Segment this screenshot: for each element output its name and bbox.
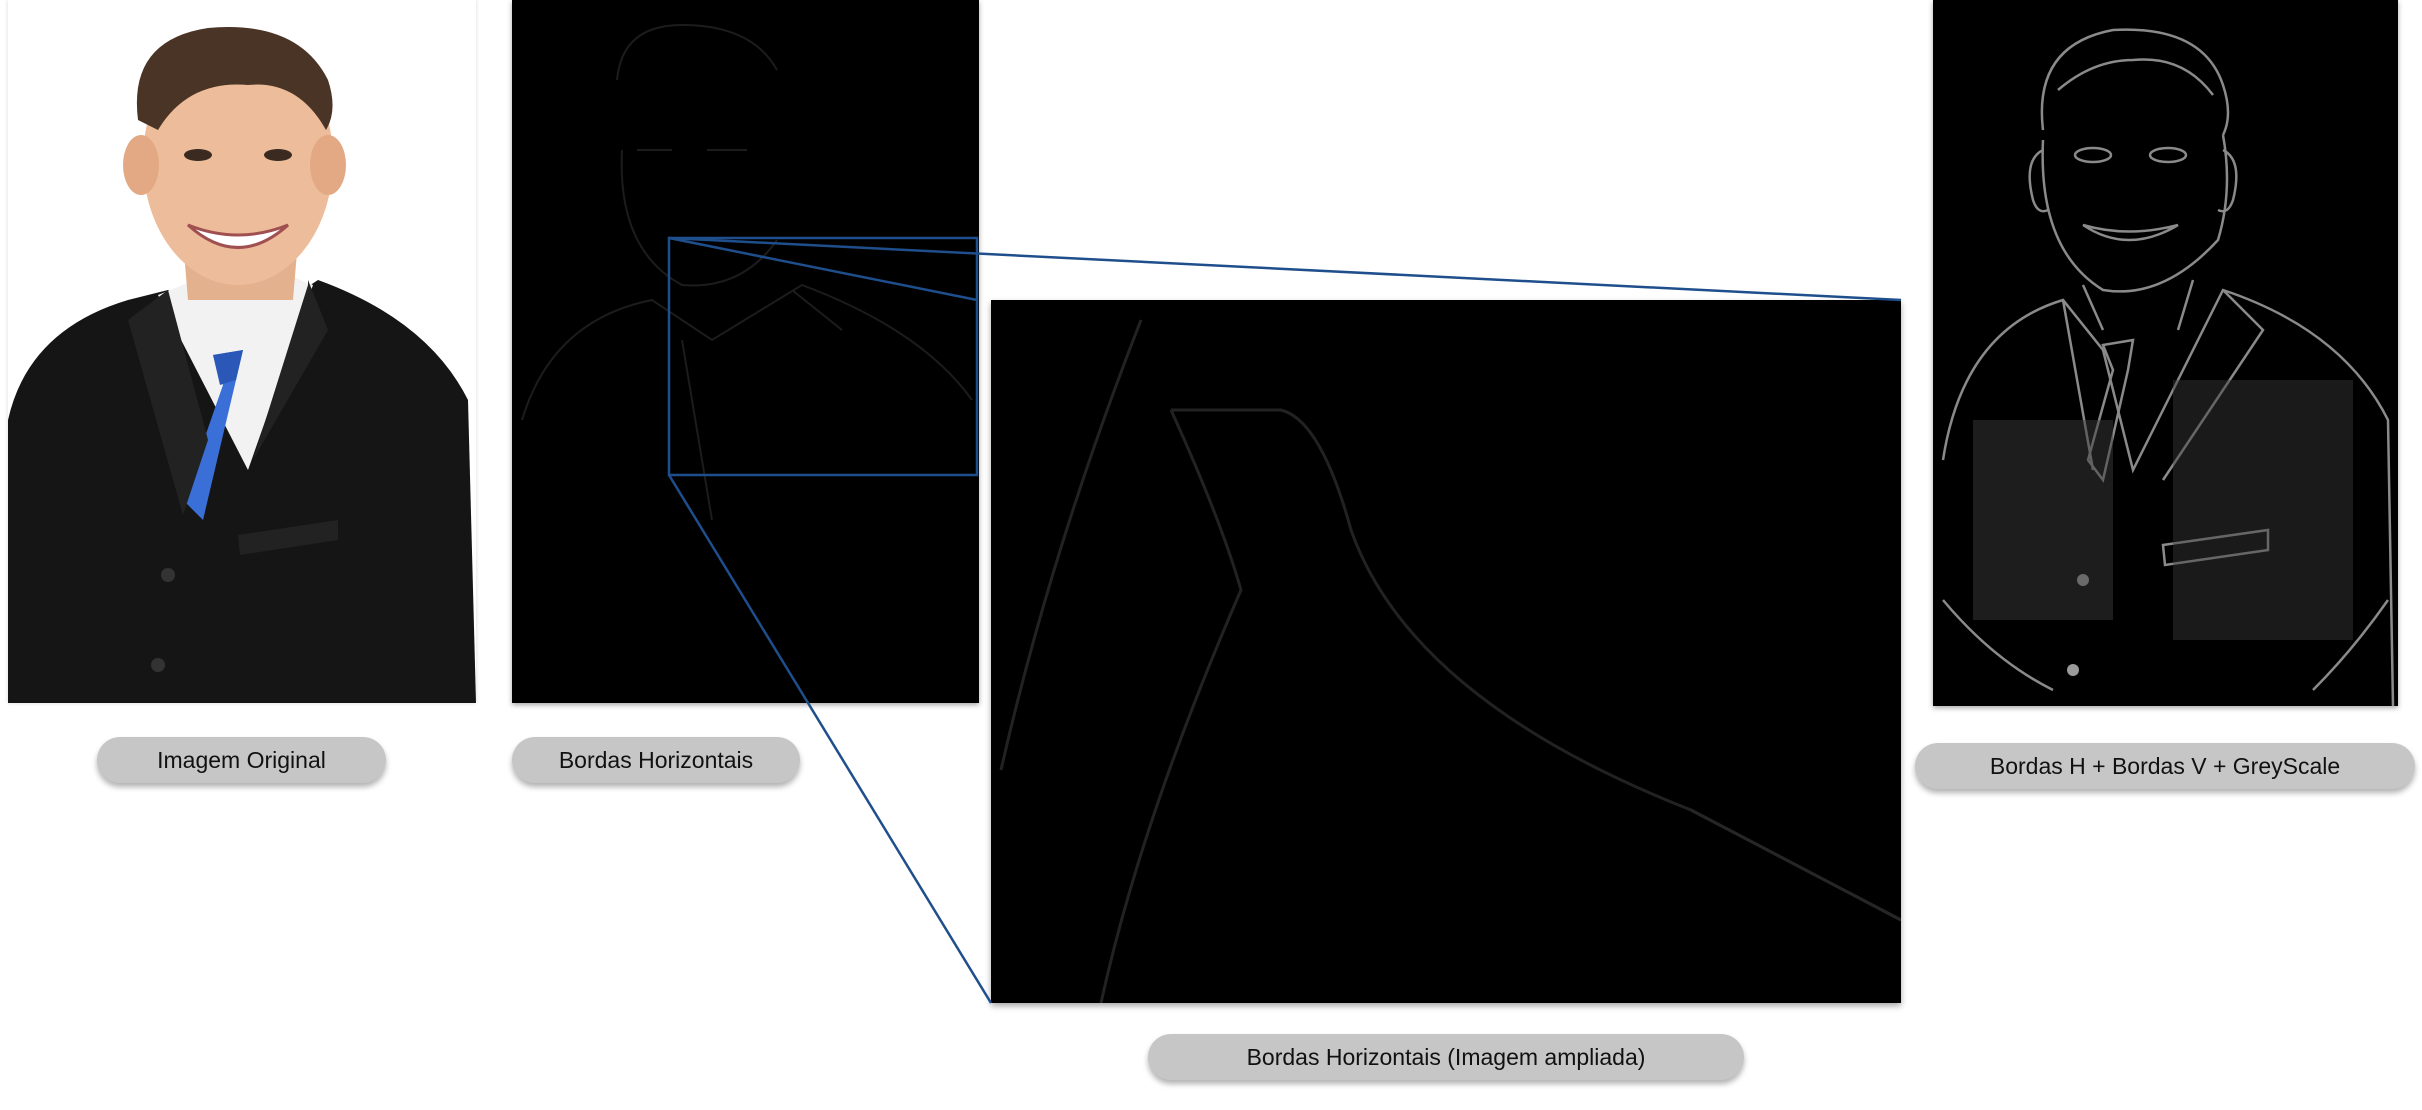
combined-edges-image — [1933, 0, 2398, 706]
original-image — [8, 0, 476, 703]
caption-horizontal-edges-zoomed: Bordas Horizontais (Imagem ampliada) — [1148, 1034, 1744, 1080]
caption-original: Imagem Original — [97, 737, 386, 783]
caption-combined: Bordas H + Bordas V + GreyScale — [1915, 743, 2415, 789]
caption-horizontal-edges: Bordas Horizontais — [512, 737, 800, 783]
horizontal-edges-image — [512, 0, 979, 703]
horizontal-edges-zoomed-image — [991, 300, 1901, 1003]
